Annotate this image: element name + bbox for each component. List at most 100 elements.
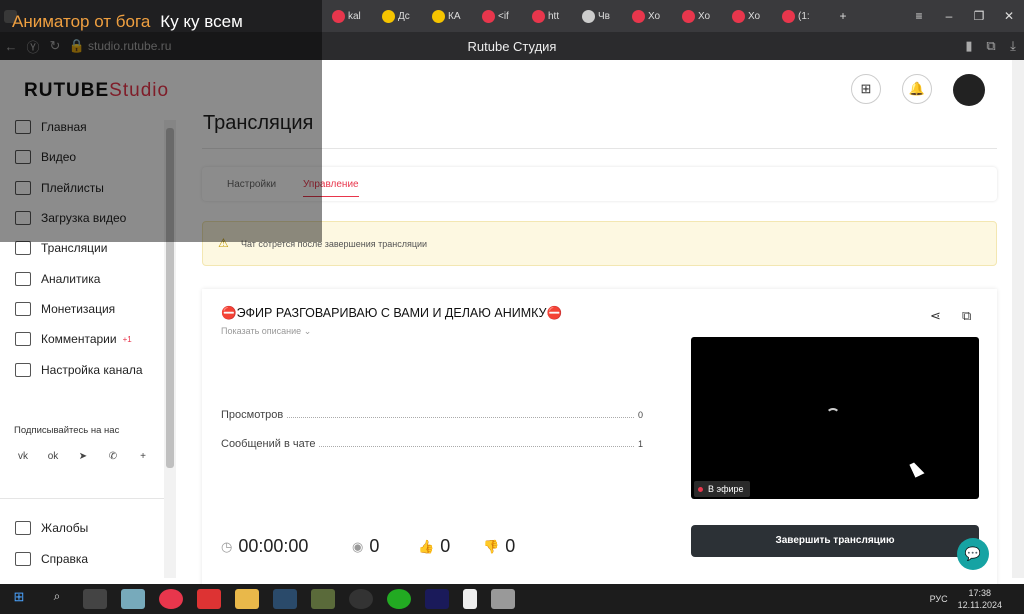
- external-link-icon[interactable]: ⧉: [962, 308, 971, 324]
- taskbar-clock[interactable]: 17:38 12.11.2024: [958, 587, 1002, 611]
- tab-label: Хо: [648, 10, 661, 22]
- yandex-icon[interactable]: [197, 589, 221, 609]
- document-icon[interactable]: [463, 589, 477, 609]
- minimize-button[interactable]: –: [934, 9, 964, 23]
- stream-overlay: [0, 0, 322, 242]
- page-scrollbar[interactable]: [1012, 60, 1024, 578]
- sidebar-item-icon: [15, 332, 31, 346]
- duration-stat: ◷ 00:00:00: [221, 536, 308, 557]
- browser-tab[interactable]: КА: [428, 4, 478, 28]
- close-window-button[interactable]: ✕: [994, 9, 1024, 23]
- telegram-icon[interactable]: ➤: [74, 448, 92, 466]
- tab-favicon-icon: [632, 9, 645, 23]
- tab-label: Дс: [398, 10, 410, 22]
- collections-icon[interactable]: ⧉: [980, 38, 1002, 54]
- sidebar-divider: [0, 498, 164, 499]
- browser-tab[interactable]: Хо: [678, 4, 728, 28]
- notepad-icon[interactable]: [491, 589, 515, 609]
- plus-icon[interactable]: +: [134, 448, 152, 466]
- show-description-link[interactable]: Показать описание ⌄: [221, 326, 311, 337]
- tab-label: htt: [548, 10, 560, 22]
- viewers-stat: ◉ 0: [352, 536, 379, 557]
- sidebar-item[interactable]: Комментарии +1: [15, 332, 132, 346]
- windows-start-icon[interactable]: ⊞: [7, 589, 31, 609]
- sidebar-item[interactable]: Аналитика: [15, 272, 100, 286]
- new-tab-button[interactable]: +: [828, 9, 858, 23]
- sidebar-item-icon: [15, 363, 31, 377]
- menu-icon[interactable]: ≡: [904, 9, 934, 23]
- sidebar-item-label: Аналитика: [41, 272, 101, 286]
- sidebar-item-icon: [15, 241, 31, 255]
- browser-tab[interactable]: kal: [328, 4, 378, 28]
- ok-icon[interactable]: ok: [44, 448, 62, 466]
- tab-label: (1:: [798, 10, 810, 22]
- social-links: vk ok ➤ ✆ +: [14, 448, 152, 466]
- duration-value: 00:00:00: [238, 536, 309, 556]
- stat-value: 1: [637, 439, 643, 449]
- tab-favicon-icon: [332, 9, 345, 23]
- thumbs-up-icon: 👍: [418, 538, 435, 554]
- tab-label: Хо: [748, 10, 761, 22]
- browser-tab[interactable]: Хо: [628, 4, 678, 28]
- sidebar-footer-item[interactable]: Жалобы: [15, 521, 88, 535]
- taskbar-lang[interactable]: РУС: [930, 594, 948, 604]
- sidebar-item-label: Жалобы: [41, 521, 89, 535]
- steam-icon[interactable]: [273, 589, 297, 609]
- windows-taskbar: ⊞ ⌕ РУС 17:38 12.11.2024: [0, 584, 1024, 614]
- browser-tab[interactable]: Дс: [378, 4, 428, 28]
- tab-favicon-icon: [382, 9, 395, 23]
- animate-icon[interactable]: [425, 589, 449, 609]
- taskbar-date: 12.11.2024: [957, 600, 1002, 610]
- bookmark-icon[interactable]: ▮: [958, 38, 980, 54]
- browser-tab[interactable]: htt: [528, 4, 578, 28]
- browser-tab[interactable]: (1:: [778, 4, 828, 28]
- folder-icon[interactable]: [235, 589, 259, 609]
- sidebar-item[interactable]: Настройка канала: [15, 363, 143, 377]
- live-dot-icon: [698, 487, 703, 492]
- sidebar-item-label: Справка: [41, 552, 89, 566]
- sidebar-footer-item[interactable]: Справка: [15, 552, 88, 566]
- likes-stat: 👍 0: [418, 536, 450, 557]
- app-icon[interactable]: [121, 589, 145, 609]
- sidebar-item[interactable]: Трансляции: [15, 241, 107, 255]
- thumbs-down-icon: 👎: [483, 538, 500, 554]
- obs-icon[interactable]: [349, 589, 373, 609]
- viber-icon[interactable]: ✆: [104, 448, 122, 466]
- browser-tab[interactable]: Чв: [578, 4, 628, 28]
- sidebar-item-icon: [15, 521, 31, 535]
- tab-favicon-icon: [532, 9, 545, 23]
- likes-value: 0: [440, 536, 451, 556]
- download-icon[interactable]: ⤓: [1002, 38, 1024, 54]
- search-icon[interactable]: ⌕: [45, 589, 69, 609]
- tab-favicon-icon: [732, 9, 745, 23]
- comments-badge: +1: [122, 334, 132, 344]
- sidebar-item-icon: [15, 552, 31, 566]
- tab-favicon-icon: [482, 9, 495, 23]
- support-chat-icon[interactable]: 💬: [957, 538, 989, 570]
- end-stream-button[interactable]: Завершить трансляцию: [691, 525, 979, 557]
- yandex-browser-icon[interactable]: [159, 589, 183, 609]
- avatar[interactable]: [953, 74, 985, 106]
- share-icon[interactable]: ⋖: [930, 308, 941, 324]
- game-icon[interactable]: [311, 589, 335, 609]
- stat-label: Сообщений в чате: [221, 438, 316, 450]
- restore-button[interactable]: ❐: [964, 9, 994, 23]
- browser-tab[interactable]: Хо: [728, 4, 778, 28]
- dislikes-value: 0: [505, 536, 516, 556]
- browser-tab[interactable]: <if: [478, 4, 528, 28]
- vk-icon[interactable]: vk: [14, 448, 32, 466]
- show-description-text: Показать описание: [221, 326, 302, 336]
- upload-plus-icon[interactable]: ⊞: [851, 74, 881, 104]
- tab-favicon-icon: [682, 9, 695, 23]
- task-view-icon[interactable]: [83, 589, 107, 609]
- viewer-icon: ◉: [352, 538, 364, 554]
- tab-favicon-icon: [582, 9, 595, 23]
- tab-label: kal: [348, 10, 361, 22]
- spotify-icon[interactable]: [387, 589, 411, 609]
- sidebar-item-label: Настройка канала: [41, 363, 143, 377]
- clock-icon: ◷: [221, 538, 233, 554]
- bell-icon[interactable]: 🔔: [902, 74, 932, 104]
- tab-label: Чв: [598, 10, 610, 22]
- tab-label: Хо: [698, 10, 711, 22]
- sidebar-item[interactable]: Монетизация: [15, 302, 115, 316]
